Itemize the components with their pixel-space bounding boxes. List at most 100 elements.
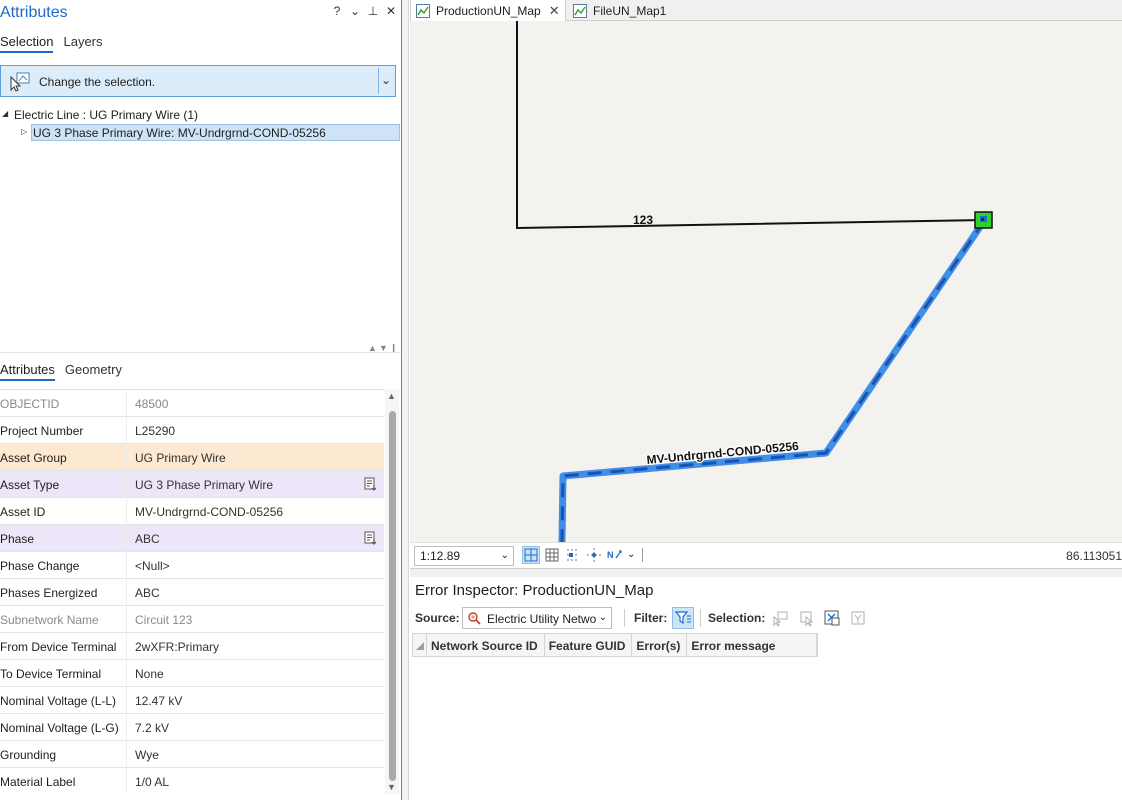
attribute-row[interactable]: Project Number L25290 xyxy=(0,417,384,444)
line-label: 123 xyxy=(633,213,653,227)
filter-button[interactable] xyxy=(672,607,694,629)
attribute-value[interactable]: 2wXFR:Primary xyxy=(135,640,219,654)
scale-dropdown[interactable]: 1:12.89 ⌄ xyxy=(414,546,514,566)
field-options-icon[interactable] xyxy=(364,477,378,491)
attribute-value[interactable]: 7.2 kV xyxy=(135,721,169,735)
field-options-icon[interactable] xyxy=(364,531,378,545)
attribute-value[interactable]: UG Primary Wire xyxy=(135,451,226,465)
panel-divider[interactable] xyxy=(0,352,401,353)
attribute-name: From Device Terminal xyxy=(0,640,117,654)
tab-geometry[interactable]: Geometry xyxy=(65,362,122,381)
tab-attributes[interactable]: Attributes xyxy=(0,362,55,381)
attribute-row[interactable]: Nominal Voltage (L-L) 12.47 kV xyxy=(0,687,384,714)
tree-node-label: UG 3 Phase Primary Wire: MV-Undrgrnd-CON… xyxy=(33,126,326,140)
zoom-to-selection-icon[interactable] xyxy=(823,609,841,627)
close-icon[interactable]: ✕ xyxy=(385,4,397,18)
selection-tree: ◢ Electric Line : UG Primary Wire (1) ▷ … xyxy=(0,106,401,141)
attribute-value[interactable]: UG 3 Phase Primary Wire xyxy=(135,478,273,492)
map-canvas[interactable]: 123 MV-Undrgrnd-COND-05256 xyxy=(410,21,1122,542)
toolbar-separator xyxy=(624,609,625,627)
attribute-value[interactable]: 12.47 kV xyxy=(135,694,182,708)
column-feature-guid[interactable]: Feature GUID xyxy=(545,634,633,656)
grid-icon[interactable] xyxy=(543,546,561,564)
select-features-icon[interactable] xyxy=(772,609,790,627)
chevron-down-icon[interactable]: ⌄ xyxy=(627,546,635,564)
tab-productionun-map[interactable]: ProductionUN_Map ✕ xyxy=(410,0,566,21)
north-arrow-icon[interactable]: N xyxy=(606,546,624,564)
column-divider xyxy=(126,579,127,606)
panel-divider[interactable] xyxy=(410,568,1122,577)
error-inspector-title: Error Inspector: ProductionUN_Map xyxy=(415,582,654,599)
pin-icon[interactable]: ⊥ xyxy=(367,4,379,18)
column-divider xyxy=(126,633,127,660)
attribute-row[interactable]: Nominal Voltage (L-G) 7.2 kV xyxy=(0,714,384,741)
attribute-row[interactable]: From Device Terminal 2wXFR:Primary xyxy=(0,633,384,660)
tree-node-feature[interactable]: ▷ UG 3 Phase Primary Wire: MV-Undrgrnd-C… xyxy=(21,124,400,141)
attribute-row[interactable]: Asset ID MV-Undrgrnd-COND-05256 xyxy=(0,498,384,525)
help-button[interactable]: ? xyxy=(331,4,343,18)
attribute-row[interactable]: Material Label 1/0 AL xyxy=(0,768,384,794)
change-selection-dropdown[interactable]: Change the selection. ⌄ xyxy=(0,65,396,97)
attribute-value[interactable]: None xyxy=(135,667,164,681)
attribute-name: OBJECTID xyxy=(0,397,60,411)
constraints-icon[interactable] xyxy=(564,546,582,564)
column-errors[interactable]: Error(s) xyxy=(632,634,688,656)
attribute-value[interactable]: <Null> xyxy=(135,559,170,573)
change-selection-icon xyxy=(10,72,30,92)
tree-collapse-icon[interactable]: ◢ xyxy=(2,109,8,118)
attribute-value: Circuit 123 xyxy=(135,613,193,627)
attribute-value[interactable]: 1/0 AL xyxy=(135,775,169,789)
attribute-name: Phases Energized xyxy=(0,586,98,600)
correction-icon[interactable] xyxy=(585,546,603,564)
attribute-row[interactable]: Asset Type UG 3 Phase Primary Wire xyxy=(0,471,384,498)
scroll-down-icon[interactable]: ▼ xyxy=(387,782,396,792)
attribute-row[interactable]: Phase Change <Null> xyxy=(0,552,384,579)
attribute-value[interactable]: L25290 xyxy=(135,424,175,438)
attribute-value[interactable]: Wye xyxy=(135,748,159,762)
tree-expand-icon[interactable]: ▷ xyxy=(21,127,27,136)
pane-controls: ? ⌄ ⊥ ✕ xyxy=(331,4,397,18)
column-network-source-id[interactable]: Network Source ID xyxy=(427,634,545,656)
attribute-name: Grounding xyxy=(0,748,57,762)
clear-selection-icon[interactable] xyxy=(849,609,867,627)
source-dropdown[interactable]: Electric Utility Network ⌄ xyxy=(462,607,612,629)
table-corner[interactable] xyxy=(413,634,427,656)
tab-layers[interactable]: Layers xyxy=(63,34,102,53)
attribute-name: Asset ID xyxy=(0,505,46,519)
selected-wire-highlight[interactable] xyxy=(558,219,987,542)
snapping-icon[interactable] xyxy=(522,546,540,564)
attribute-value[interactable]: MV-Undrgrnd-COND-05256 xyxy=(135,505,283,519)
scroll-up-icon[interactable]: ▲ xyxy=(387,391,396,401)
column-error-message[interactable]: Error message xyxy=(687,634,818,656)
attribute-row[interactable]: Subnetwork Name Circuit 123 xyxy=(0,606,384,633)
tab-selection[interactable]: Selection xyxy=(0,34,54,53)
attribute-row[interactable]: Grounding Wye xyxy=(0,741,384,768)
primary-line-123[interactable] xyxy=(516,21,986,230)
source-value: Electric Utility Network xyxy=(487,612,597,626)
attribute-row[interactable]: Phases Energized ABC xyxy=(0,579,384,606)
chevron-down-icon[interactable]: ⌄ xyxy=(599,612,607,623)
attribute-row[interactable]: To Device Terminal None xyxy=(0,660,384,687)
tab-fileun-map1[interactable]: FileUN_Map1 xyxy=(568,0,678,21)
map-view[interactable]: 123 MV-Undrgrnd-COND-05256 xyxy=(410,21,1122,542)
close-icon[interactable]: ✕ xyxy=(549,3,560,19)
selection-label: Selection: xyxy=(708,611,766,625)
select-errors-icon[interactable] xyxy=(798,609,816,627)
attribute-row[interactable]: OBJECTID 48500 xyxy=(0,390,384,417)
tree-node-layer[interactable]: ◢ Electric Line : UG Primary Wire (1) xyxy=(0,106,401,124)
attribute-row[interactable]: Phase ABC xyxy=(0,525,384,552)
map-icon xyxy=(573,3,587,18)
device-symbol[interactable] xyxy=(974,211,993,229)
attribute-value[interactable]: ABC xyxy=(135,532,160,546)
scrollbar-thumb[interactable] xyxy=(389,411,396,781)
pane-splitter[interactable] xyxy=(401,0,409,800)
attribute-row[interactable]: Asset Group UG Primary Wire xyxy=(0,444,384,471)
chevron-down-icon[interactable]: ⌄ xyxy=(381,73,391,87)
select-all-icon xyxy=(416,642,424,650)
attribute-value[interactable]: ABC xyxy=(135,586,160,600)
pane-menu-button[interactable]: ⌄ xyxy=(349,4,361,18)
column-divider xyxy=(126,471,127,498)
attribute-name: Phase xyxy=(0,532,35,546)
attribute-scrollbar[interactable]: ▲ ▼ xyxy=(385,389,399,794)
chevron-down-icon[interactable]: ⌄ xyxy=(501,550,509,561)
